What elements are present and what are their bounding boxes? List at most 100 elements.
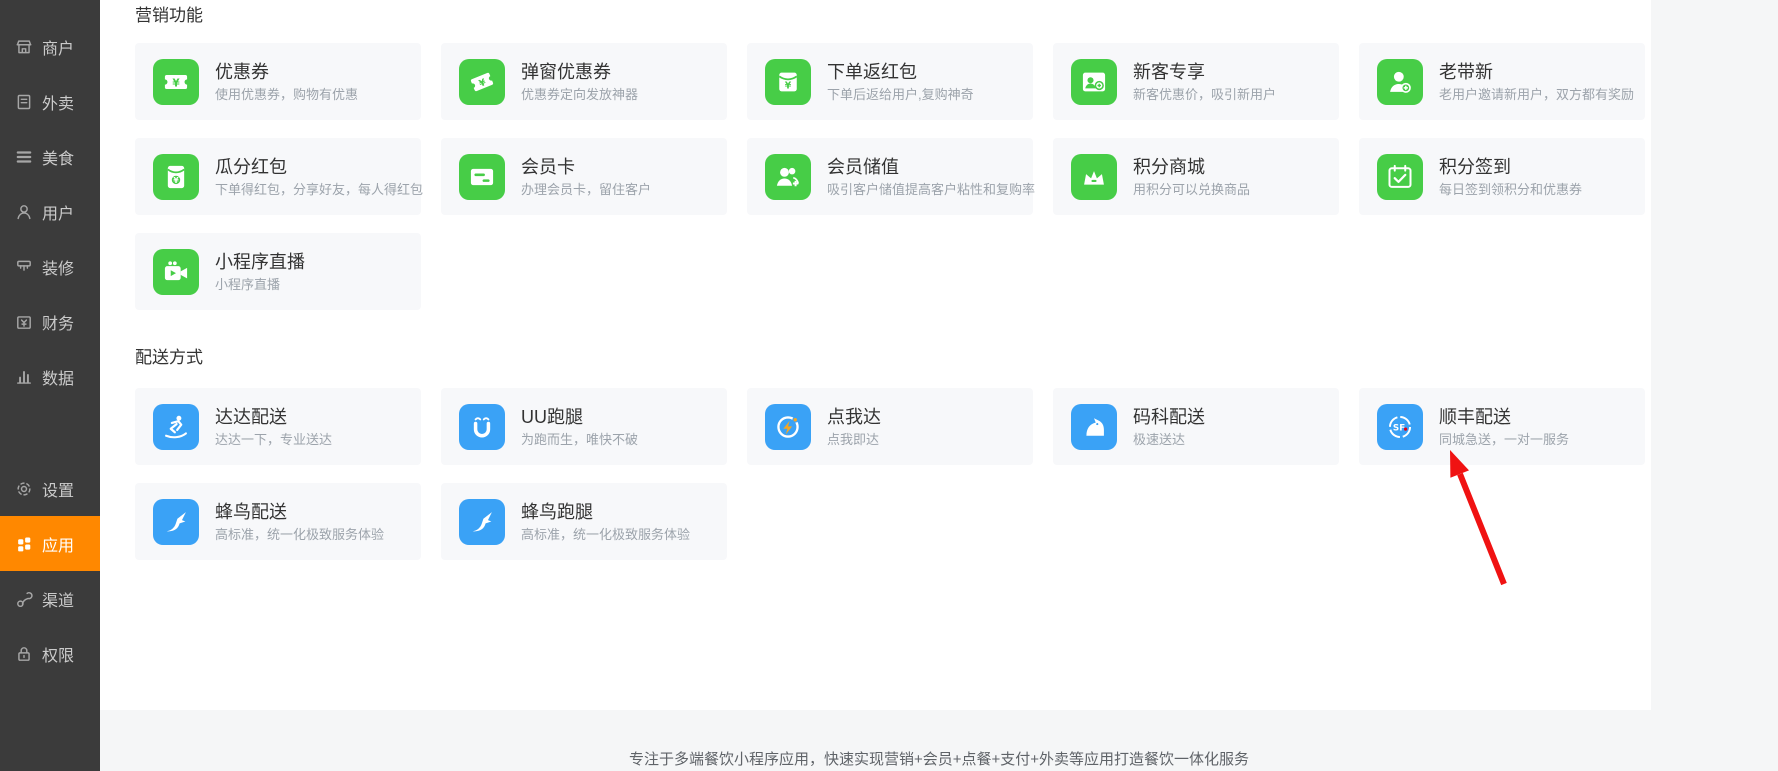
coupon-icon: ¥ — [162, 68, 190, 96]
dianwoda-icon — [774, 413, 802, 441]
uu-runner-icon — [468, 413, 496, 441]
sidebar-item-data[interactable]: 数据 — [0, 349, 100, 404]
card-title: 顺丰配送 — [1439, 406, 1569, 428]
sidebar-item-label: 权限 — [42, 642, 74, 666]
referral-icon — [1386, 68, 1414, 96]
card-desc: 使用优惠券，购物有优惠 — [215, 87, 358, 103]
icon-tile: ¥ — [153, 59, 199, 105]
food-menu-icon — [15, 148, 33, 166]
user-icon — [15, 203, 33, 221]
app-card-make[interactable]: 码科配送极速送达 — [1053, 388, 1339, 465]
app-card-order-redpacket[interactable]: ¥ 下单返红包下单后返给用户,复购神奇 — [747, 43, 1033, 120]
app-card-dada[interactable]: 达达配送达达一下，专业送达 — [135, 388, 421, 465]
icon-tile — [765, 154, 811, 200]
channel-icon — [15, 590, 33, 608]
store-icon — [15, 38, 33, 56]
svg-text:¥: ¥ — [172, 77, 180, 89]
card-desc: 为跑而生，唯快不破 — [521, 432, 638, 448]
icon-tile — [153, 249, 199, 295]
icon-tile — [153, 499, 199, 545]
icon-tile: SF — [1377, 404, 1423, 450]
card-title: 弹窗优惠券 — [521, 61, 638, 83]
card-title: 码科配送 — [1133, 406, 1205, 428]
app-card-stored-value[interactable]: 会员储值吸引客户储值提高客户粘性和复购率 — [747, 138, 1033, 215]
icon-tile — [459, 154, 505, 200]
card-desc: 小程序直播 — [215, 277, 305, 293]
apps-grid-icon — [15, 535, 33, 553]
app-card-coupon[interactable]: ¥ 优惠券使用优惠券，购物有优惠 — [135, 43, 421, 120]
sidebar-item-label: 财务 — [42, 310, 74, 334]
permission-lock-icon — [15, 645, 33, 663]
sidebar-item-label: 外卖 — [42, 90, 74, 114]
icon-tile — [153, 404, 199, 450]
sidebar-item-label: 设置 — [42, 477, 74, 501]
app-card-new-customer[interactable]: 新客专享新客优惠价，吸引新用户 — [1053, 43, 1339, 120]
dada-delivery-icon — [162, 413, 190, 441]
card-title: 点我达 — [827, 406, 881, 428]
section-title-marketing: 营销功能 — [135, 6, 1651, 26]
app-card-live-stream[interactable]: 小程序直播小程序直播 — [135, 233, 421, 310]
icon-tile — [1377, 154, 1423, 200]
card-title: 蜂鸟跑腿 — [521, 501, 690, 523]
card-desc: 每日签到领积分和优惠券 — [1439, 182, 1582, 198]
card-title: 积分商城 — [1133, 156, 1250, 178]
app-card-points-mall[interactable]: 积分商城用积分可以兑换商品 — [1053, 138, 1339, 215]
card-desc: 吸引客户储值提高客户粘性和复购率 — [827, 182, 1035, 198]
make-horse-icon — [1080, 413, 1108, 441]
points-checkin-calendar-icon — [1386, 163, 1414, 191]
card-title: 瓜分红包 — [215, 156, 423, 178]
sidebar-item-food[interactable]: 美食 — [0, 129, 100, 184]
app-card-fengniao-delivery[interactable]: 蜂鸟配送高标准，统一化极致服务体验 — [135, 483, 421, 560]
footer-text: 专注于多端餐饮小程序应用，快速实现营销+会员+点餐+支付+外卖等应用打造餐饮一体… — [100, 748, 1778, 769]
card-desc: 老用户邀请新用户，双方都有奖励 — [1439, 87, 1634, 103]
sidebar-item-label: 用户 — [42, 200, 74, 224]
card-title: 下单返红包 — [827, 61, 974, 83]
sidebar-item-users[interactable]: 用户 — [0, 184, 100, 239]
app-card-fengniao-paotui[interactable]: 蜂鸟跑腿高标准，统一化极致服务体验 — [441, 483, 727, 560]
sidebar-item-permission[interactable]: 权限 — [0, 626, 100, 681]
app-card-dianwoda[interactable]: 点我达点我即达 — [747, 388, 1033, 465]
app-card-uu[interactable]: UU跑腿为跑而生，唯快不破 — [441, 388, 727, 465]
card-title: 蜂鸟配送 — [215, 501, 384, 523]
member-card-icon — [468, 163, 496, 191]
hummingbird-icon — [162, 508, 190, 536]
app-card-points-checkin[interactable]: 积分签到每日签到领积分和优惠券 — [1359, 138, 1645, 215]
sidebar-item-apps[interactable]: 应用 — [0, 516, 100, 571]
card-desc: 下单得红包，分享好友，每人得红包 — [215, 182, 423, 198]
sidebar-item-label: 装修 — [42, 255, 74, 279]
card-title: 达达配送 — [215, 406, 332, 428]
app-card-member-card[interactable]: 会员卡办理会员卡，留住客户 — [441, 138, 727, 215]
card-desc: 达达一下，专业送达 — [215, 432, 332, 448]
card-desc: 下单后返给用户,复购神奇 — [827, 87, 974, 103]
points-mall-crown-icon — [1080, 163, 1108, 191]
sidebar-item-label: 商户 — [42, 35, 74, 59]
icon-tile: ¥ — [459, 59, 505, 105]
icon-tile — [459, 499, 505, 545]
sidebar-item-takeout[interactable]: 外卖 — [0, 74, 100, 129]
sidebar-item-channel[interactable]: 渠道 — [0, 571, 100, 626]
sidebar-item-settings[interactable]: 设置 — [0, 461, 100, 516]
section-title-delivery: 配送方式 — [135, 348, 1651, 368]
card-title: 会员卡 — [521, 156, 651, 178]
share-redpacket-icon: ¥ — [162, 163, 190, 191]
svg-text:SF: SF — [1393, 423, 1405, 433]
card-title: 优惠券 — [215, 61, 358, 83]
sidebar-item-finance[interactable]: 财务 — [0, 294, 100, 349]
app-card-popup-coupon[interactable]: ¥ 弹窗优惠券优惠券定向发放神器 — [441, 43, 727, 120]
card-title: 小程序直播 — [215, 251, 305, 273]
app-card-sf[interactable]: SF 顺丰配送同城急送，一对一服务 — [1359, 388, 1645, 465]
sidebar-item-decoration[interactable]: 装修 — [0, 239, 100, 294]
svg-text:¥: ¥ — [785, 80, 792, 91]
card-title: UU跑腿 — [521, 406, 638, 428]
sidebar-item-merchant[interactable]: 商户 — [0, 19, 100, 74]
card-desc: 用积分可以兑换商品 — [1133, 182, 1250, 198]
sidebar: 商户 外卖 美食 用户 装修 财务 数据 设置 应用 渠道 权限 — [0, 0, 100, 771]
card-desc: 优惠券定向发放神器 — [521, 87, 638, 103]
sidebar-item-label: 数据 — [42, 365, 74, 389]
live-stream-camera-icon — [162, 258, 190, 286]
order-redpacket-icon: ¥ — [774, 68, 802, 96]
finance-icon — [15, 313, 33, 331]
app-card-referral[interactable]: 老带新老用户邀请新用户，双方都有奖励 — [1359, 43, 1645, 120]
app-card-share-redpacket[interactable]: ¥ 瓜分红包下单得红包，分享好友，每人得红包 — [135, 138, 421, 215]
stored-value-icon — [774, 163, 802, 191]
